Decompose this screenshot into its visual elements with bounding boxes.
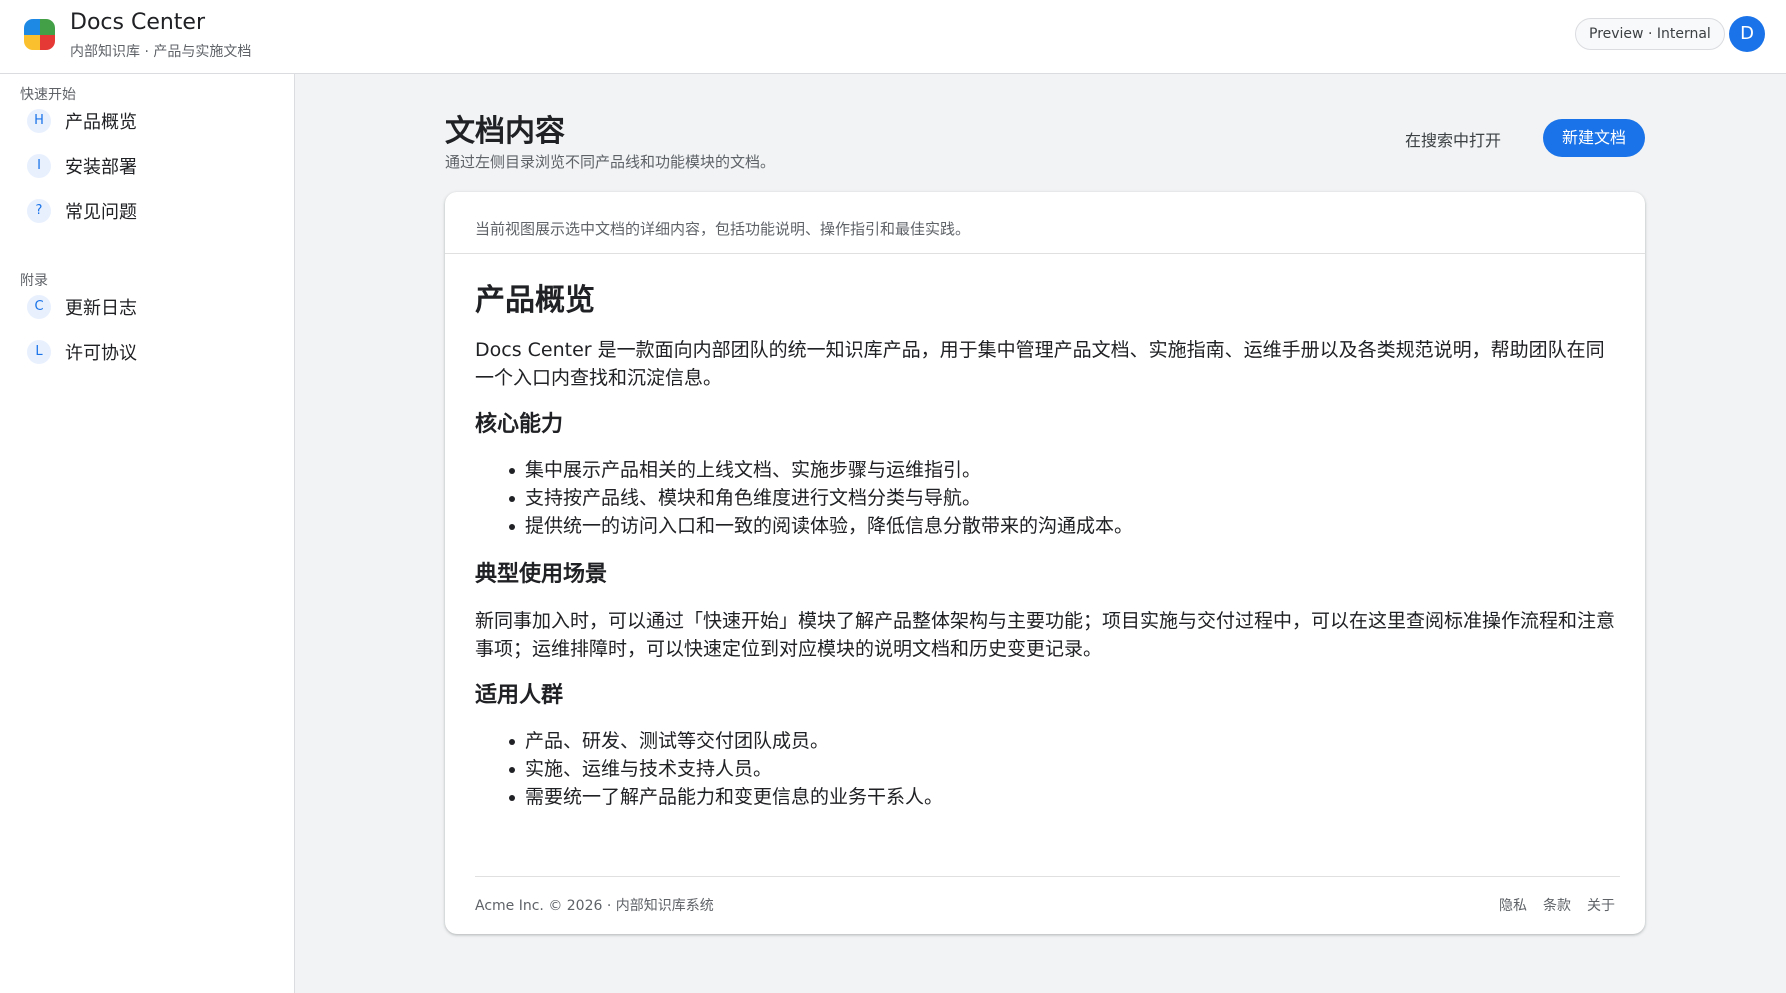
card-note: 当前视图展示选中文档的详细内容，包括功能说明、操作指引和最佳实践。 [475,220,971,238]
sidebar-item-label: 常见问题 [65,202,137,223]
section-heading-audience: 适用人群 [475,683,564,708]
footer-divider [475,876,1620,877]
article-title: 产品概览 [475,283,595,318]
footer-copyright: Acme Inc. © 2026 · 内部知识库系统 [475,898,714,914]
footer-link-about[interactable]: 关于 [1587,895,1615,915]
card-divider [445,253,1645,254]
sidebar-item-label: 许可协议 [65,343,137,364]
sidebar-item-faq[interactable]: ? 常见问题 [27,194,277,228]
sidebar-item-label: 更新日志 [65,298,137,319]
section-heading-scenarios: 典型使用场景 [475,562,608,587]
open-in-search-button[interactable]: 在搜索中打开 [1405,127,1501,151]
environment-badge: Preview · Internal [1575,18,1725,50]
top-bar: Docs Center 内部知识库 · 产品与实施文档 Preview · In… [0,0,1786,74]
app-logo-icon [24,19,55,50]
document-article: 产品概览 Docs Center 是一款面向内部团队的统一知识库产品，用于集中管… [475,282,1620,811]
page-description: 通过左侧目录浏览不同产品线和功能模块的文档。 [445,153,776,171]
sidebar-item-label: 产品概览 [65,112,137,133]
list-item: 提供统一的访问入口和一致的阅读体验，降低信息分散带来的沟通成本。 [475,512,1620,540]
app-subtitle: 内部知识库 · 产品与实施文档 [70,44,252,60]
article-intro: Docs Center 是一款面向内部团队的统一知识库产品，用于集中管理产品文档… [475,339,1605,389]
page-title: 文档内容 [445,114,565,149]
user-avatar[interactable]: D [1729,16,1765,52]
list-item: 实施、运维与技术支持人员。 [475,755,1620,783]
list-item: 集中展示产品相关的上线文档、实施步骤与运维指引。 [475,456,1620,484]
section-heading-core: 核心能力 [475,412,564,437]
sidebar-item-label: 安装部署 [65,157,137,178]
list-item: 支持按产品线、模块和角色维度进行文档分类与导航。 [475,484,1620,512]
footer-link-privacy[interactable]: 隐私 [1499,895,1527,915]
changelog-badge-icon: C [27,295,51,319]
faq-badge-icon: ? [27,199,51,223]
license-badge-icon: L [27,340,51,364]
scenarios-paragraph: 新同事加入时，可以通过「快速开始」模块了解产品整体架构与主要功能；项目实施与交付… [475,610,1616,660]
docs-center-app: Docs Center 内部知识库 · 产品与实施文档 Preview · In… [0,0,1786,993]
list-item: 产品、研发、测试等交付团队成员。 [475,727,1620,755]
sidebar-item-changelog[interactable]: C 更新日志 [27,290,277,324]
footer-links: 隐私 条款 关于 [1499,895,1615,915]
sidebar-item-product-overview[interactable]: H 产品概览 [27,104,277,138]
overview-badge-icon: H [27,109,51,133]
app-title: Docs Center [70,10,205,35]
sidebar-item-license[interactable]: L 许可协议 [27,335,277,369]
list-item: 需要统一了解产品能力和变更信息的业务干系人。 [475,783,1620,811]
document-card: 当前视图展示选中文档的详细内容，包括功能说明、操作指引和最佳实践。 产品概览 D… [445,192,1645,934]
sidebar: 快速开始 H 产品概览 I 安装部署 ? 常见问题 附录 C 更新日志 L 许可… [0,74,295,993]
sidebar-group-title-quickstart: 快速开始 [20,87,76,103]
sidebar-group-title-appendix: 附录 [20,273,48,289]
footer-link-terms[interactable]: 条款 [1543,895,1571,915]
core-capabilities-list: 集中展示产品相关的上线文档、实施步骤与运维指引。 支持按产品线、模块和角色维度进… [475,456,1620,540]
sidebar-item-installation[interactable]: I 安装部署 [27,149,277,183]
install-badge-icon: I [27,154,51,178]
new-document-button[interactable]: 新建文档 [1543,119,1645,157]
audience-list: 产品、研发、测试等交付团队成员。 实施、运维与技术支持人员。 需要统一了解产品能… [475,727,1620,811]
